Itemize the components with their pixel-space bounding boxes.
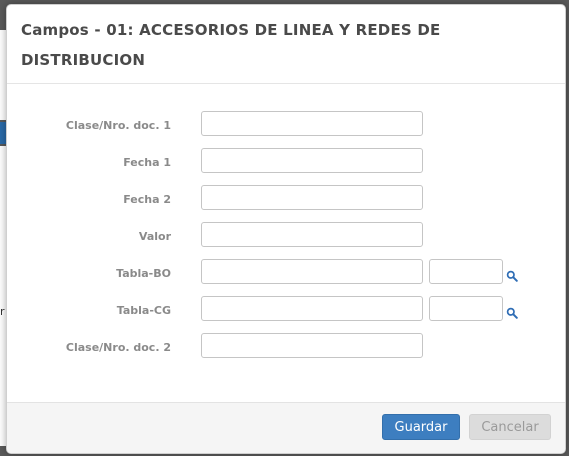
search-icon[interactable]	[506, 307, 518, 319]
tabla-cg-input[interactable]	[201, 296, 423, 321]
dialog-title: Campos - 01: ACCESORIOS DE LINEA Y REDES…	[21, 21, 441, 69]
tabla-bo-input[interactable]	[201, 259, 423, 284]
dialog-body: Clase/Nro. doc. 1 Fecha 1 Fecha 2 Valor …	[7, 84, 565, 402]
save-button[interactable]: Guardar	[382, 414, 460, 440]
field-label-fecha1: Fecha 1	[123, 156, 171, 169]
search-icon[interactable]	[506, 270, 518, 282]
valor-input[interactable]	[201, 222, 423, 247]
field-label-valor: Valor	[138, 230, 171, 243]
fecha1-input[interactable]	[201, 148, 423, 173]
dialog-header: Campos - 01: ACCESORIOS DE LINEA Y REDES…	[7, 5, 565, 84]
fields-dialog: Campos - 01: ACCESORIOS DE LINEA Y REDES…	[6, 4, 566, 454]
field-label-fecha2: Fecha 2	[123, 193, 171, 206]
field-label-tabla-bo: Tabla-BO	[116, 267, 171, 280]
field-label-doc1: Clase/Nro. doc. 1	[65, 119, 171, 132]
dialog-footer: Guardar Cancelar	[7, 402, 565, 453]
tabla-bo-code-input[interactable]	[429, 259, 503, 284]
field-label-doc2: Clase/Nro. doc. 2	[65, 341, 171, 354]
doc2-input[interactable]	[201, 333, 423, 358]
tabla-cg-code-input[interactable]	[429, 296, 503, 321]
field-label-tabla-cg: Tabla-CG	[116, 304, 171, 317]
fecha2-input[interactable]	[201, 185, 423, 210]
doc1-input[interactable]	[201, 111, 423, 136]
background-text: r	[0, 305, 5, 318]
cancel-button[interactable]: Cancelar	[469, 414, 551, 440]
